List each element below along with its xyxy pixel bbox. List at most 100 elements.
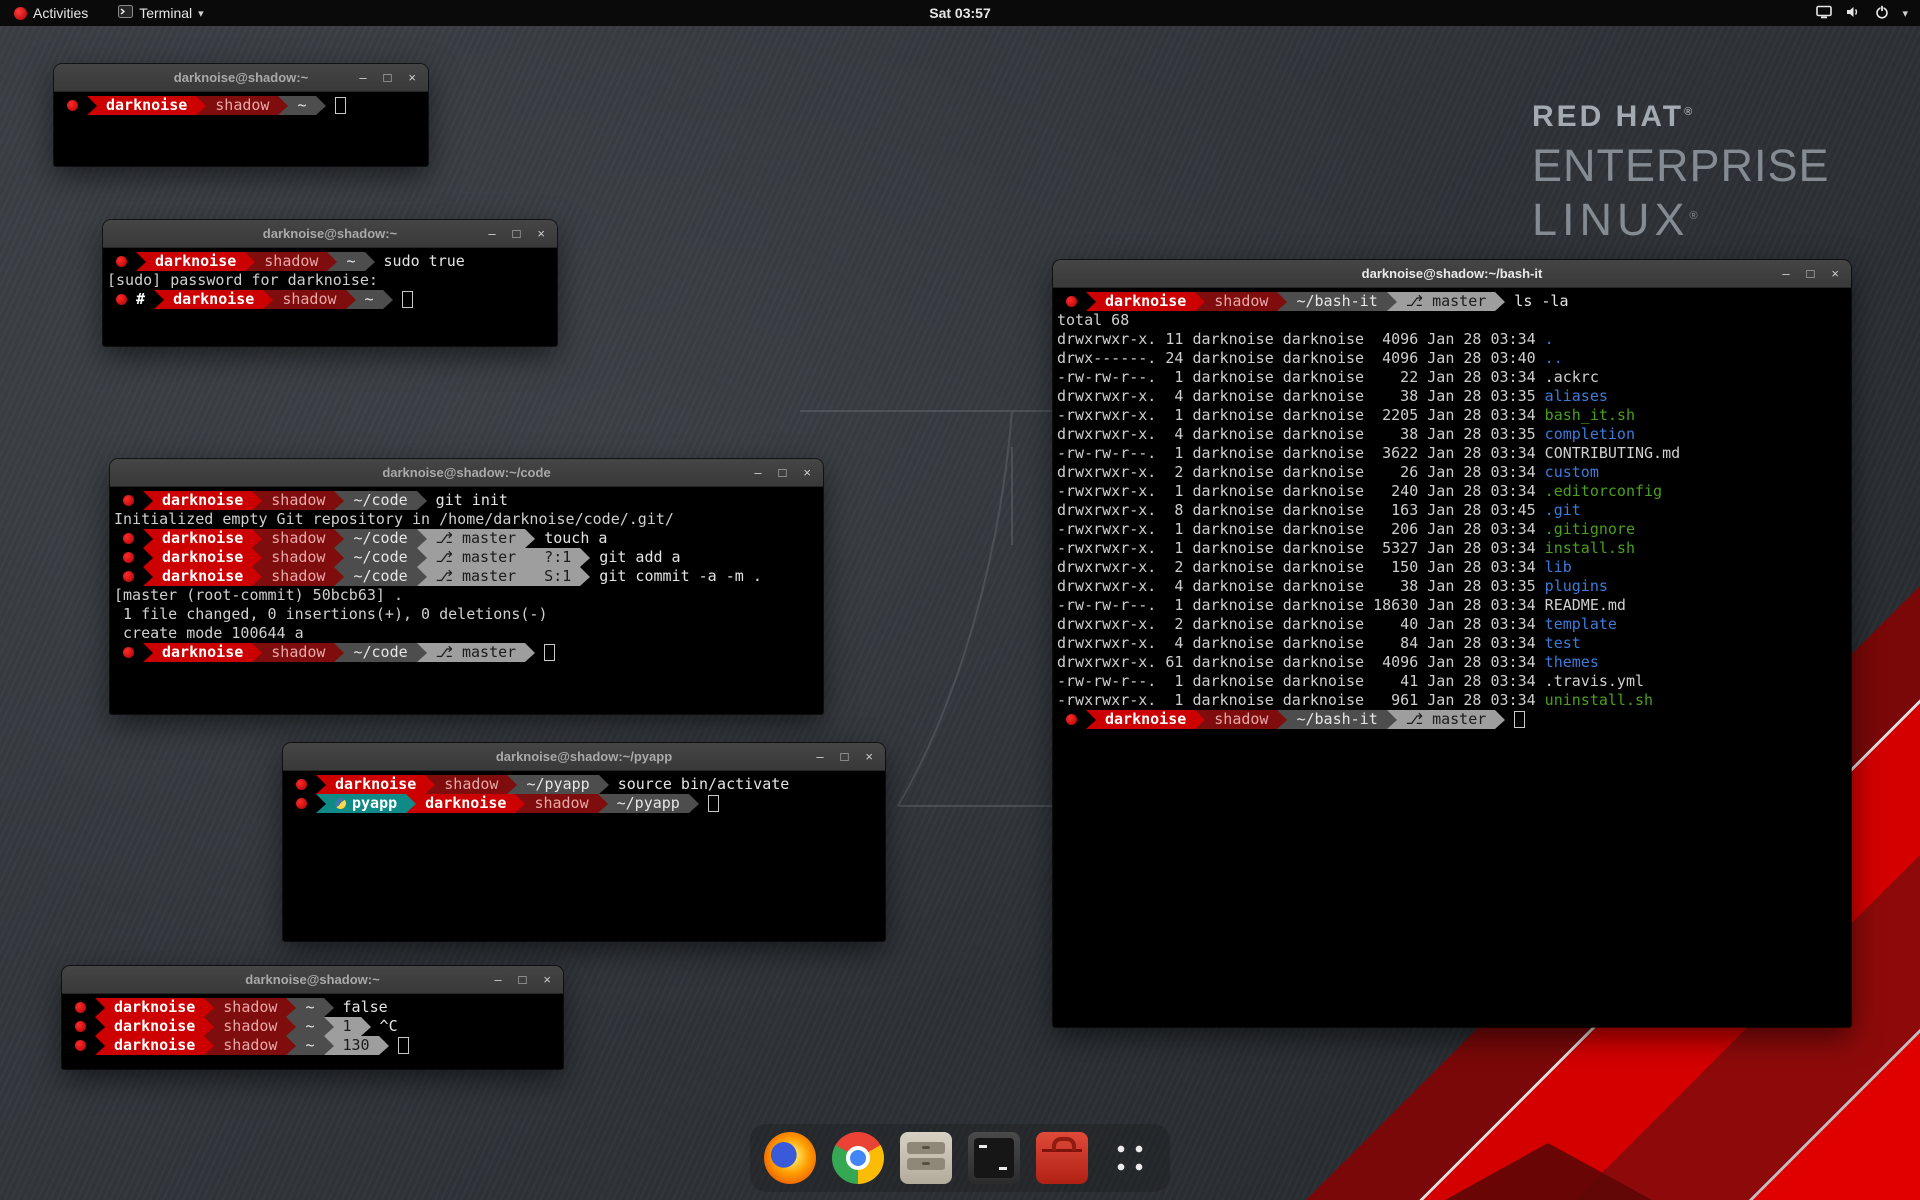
close-button[interactable]: × — [543, 973, 551, 986]
terminal-body[interactable]: darknoiseshadow~ falsedarknoiseshadow~1 … — [62, 994, 563, 1069]
prompt-segment-git-branch: ⎇ master — [427, 529, 526, 548]
terminal-line: darknoiseshadow~/bash-it⎇ master — [1057, 710, 1851, 729]
prompt-segment-path: ~/code — [344, 643, 416, 662]
powerline-separator — [507, 775, 517, 794]
maximize-button[interactable]: □ — [513, 227, 521, 240]
powerline-separator — [417, 643, 427, 662]
terminal-line: darknoiseshadow~ sudo true — [107, 252, 557, 271]
powerline-separator — [689, 794, 699, 813]
chevron-down-icon: ▾ — [1902, 7, 1908, 20]
terminal-line: -rw-rw-r--. 1 darknoise darknoise 41 Jan… — [1057, 672, 1851, 691]
clock[interactable]: Sat 03:57 — [0, 5, 1920, 21]
prompt-segment-shell-indicator — [287, 775, 316, 794]
output-text: 1 file changed, 0 insertions(+), 0 delet… — [114, 605, 547, 624]
terminal-line: darknoiseshadow~ — [58, 96, 428, 115]
minimize-button[interactable]: – — [359, 71, 366, 84]
maximize-button[interactable]: □ — [519, 973, 527, 986]
powerline-separator — [525, 529, 535, 548]
terminal-body[interactable]: darknoiseshadow~/pyapp source bin/activa… — [283, 771, 885, 941]
powerline-separator — [417, 529, 427, 548]
dock-chrome-icon[interactable] — [832, 1132, 884, 1184]
prompt-segment-path: ~/code — [344, 548, 416, 567]
prompt-segment-git-branch: ⎇ master — [427, 643, 526, 662]
system-status-area[interactable]: ▾ — [1809, 0, 1914, 26]
powerline-separator — [1195, 710, 1205, 729]
prompt-segment-user: darknoise — [164, 290, 263, 309]
close-button[interactable]: × — [1831, 267, 1839, 280]
terminal-window-bash-it: darknoise@shadow:~/bash-it– □ × darknoisesh… — [1053, 260, 1851, 1027]
terminal-line: [sudo] password for darknoise: — [107, 271, 557, 290]
minimize-button[interactable]: – — [488, 227, 495, 240]
command-text: git commit -a -m . — [590, 567, 762, 586]
powerline-separator — [334, 643, 344, 662]
maximize-button[interactable]: □ — [384, 71, 392, 84]
prompt-segment-path: ~ — [296, 998, 323, 1017]
powerline-separator — [95, 1017, 105, 1036]
powerline-separator — [334, 548, 344, 567]
prompt-segment-user: darknoise — [1096, 710, 1195, 729]
redhat-icon — [123, 552, 134, 563]
powerline-separator — [1086, 710, 1096, 729]
prompt-segment-host: shadow — [214, 998, 286, 1017]
close-button[interactable]: × — [408, 71, 416, 84]
top-bar: Activities Terminal ▾ Sat 03:57 ▾ — [0, 0, 1920, 26]
terminal-body[interactable]: darknoiseshadow~/bash-it⎇ master ls -lat… — [1053, 288, 1851, 1027]
close-button[interactable]: × — [865, 750, 873, 763]
window-titlebar[interactable]: darknoise@shadow:~–□× — [54, 64, 428, 92]
window-titlebar[interactable]: darknoise@shadow:~/bash-it– □ × — [1053, 260, 1851, 288]
powerline-separator — [334, 491, 344, 510]
prompt-segment-host: shadow — [262, 548, 334, 567]
minimize-button[interactable]: – — [1782, 267, 1789, 280]
terminal-body[interactable]: darknoiseshadow~ — [54, 92, 428, 166]
window-buttons: – □ × — [359, 64, 416, 91]
output-text: Initialized empty Git repository in /hom… — [114, 510, 674, 529]
dock-app-grid-icon[interactable] — [1104, 1132, 1156, 1184]
powerline-separator — [204, 1036, 214, 1055]
output-text: -rwxrwxr-x. 1 darknoise darknoise 2205 J… — [1057, 406, 1635, 425]
close-button[interactable]: × — [803, 466, 811, 479]
minimize-button[interactable]: – — [494, 973, 501, 986]
powerline-separator — [252, 567, 262, 586]
powerline-separator — [196, 96, 206, 115]
maximize-button[interactable]: □ — [841, 750, 849, 763]
powerline-separator — [1495, 292, 1505, 311]
dock-terminal-icon[interactable] — [968, 1132, 1020, 1184]
maximize-button[interactable]: □ — [1807, 267, 1815, 280]
window-titlebar[interactable]: darknoise@shadow:~/code–□× — [110, 459, 823, 487]
prompt-segment-git-branch: ⎇ master — [1397, 292, 1496, 311]
prompt-segment-path: ~/code — [344, 567, 416, 586]
output-text: drwxrwxr-x. 4 darknoise darknoise 38 Jan… — [1057, 425, 1635, 444]
branding-linux: LINUX® — [1532, 194, 1830, 246]
powerline-separator — [1195, 292, 1205, 311]
terminal-window-home-exitcodes: darknoise@shadow:~–□×darknoiseshadow~ fa… — [62, 966, 563, 1069]
command-text: touch a — [535, 529, 607, 548]
window-title: darknoise@shadow:~/bash-it — [1053, 260, 1851, 287]
prompt-segment-shell-indicator — [287, 794, 316, 813]
terminal-body[interactable]: darknoiseshadow~/code git initInitialize… — [110, 487, 823, 714]
terminal-line: drwxrwxr-x. 8 darknoise darknoise 163 Ja… — [1057, 501, 1851, 520]
minimize-button[interactable]: – — [816, 750, 823, 763]
dock-files-icon[interactable] — [900, 1132, 952, 1184]
prompt-segment-user: darknoise — [416, 794, 515, 813]
minimize-button[interactable]: – — [754, 466, 761, 479]
terminal-body[interactable]: darknoiseshadow~ sudo true[sudo] passwor… — [103, 248, 557, 346]
window-buttons: – □ × — [1782, 260, 1839, 287]
window-title: darknoise@shadow:~/pyapp — [283, 743, 885, 770]
dock-firefox-icon[interactable] — [764, 1132, 816, 1184]
powerline-separator — [316, 794, 326, 813]
prompt-segment-path: ~/bash-it — [1287, 710, 1386, 729]
maximize-button[interactable]: □ — [779, 466, 787, 479]
powerline-separator — [252, 529, 262, 548]
terminal-line: darknoiseshadow~/bash-it⎇ master ls -la — [1057, 292, 1851, 311]
powerline-separator — [580, 548, 590, 567]
window-titlebar[interactable]: darknoise@shadow:~–□× — [62, 966, 563, 994]
dock-toolbox-icon[interactable] — [1036, 1132, 1088, 1184]
terminal-line: #darknoiseshadow~ — [107, 290, 557, 309]
redhat-icon — [123, 533, 134, 544]
close-button[interactable]: × — [537, 227, 545, 240]
terminal-line: 1 file changed, 0 insertions(+), 0 delet… — [114, 605, 823, 624]
branding-enterprise: ENTERPRISE — [1532, 140, 1830, 192]
window-titlebar[interactable]: darknoise@shadow:~–□× — [103, 220, 557, 248]
window-titlebar[interactable]: darknoise@shadow:~/pyapp– □ × — [283, 743, 885, 771]
powerline-separator — [204, 1017, 214, 1036]
